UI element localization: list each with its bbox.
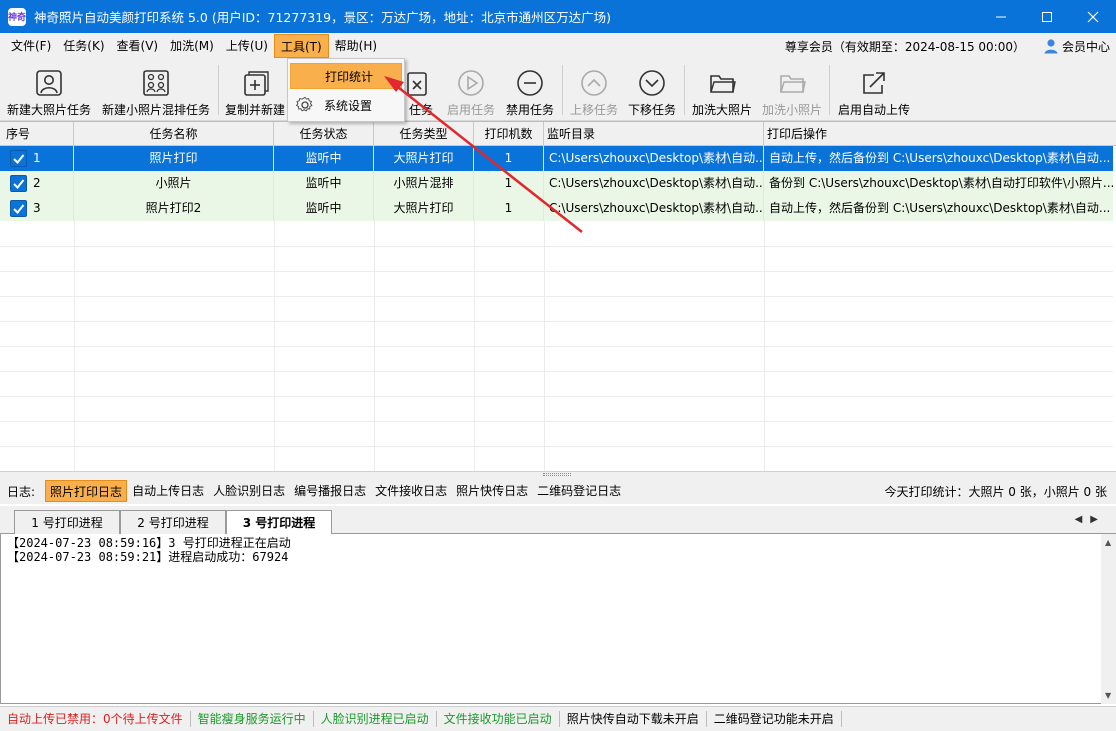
annotation-arrow (384, 76, 583, 233)
